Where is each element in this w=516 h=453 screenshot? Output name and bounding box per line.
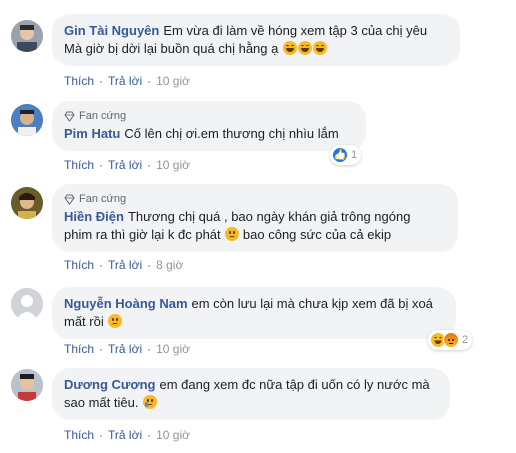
comment-bubble: Nguyễn Hoàng Nam em còn lưu lại mà chưa k… <box>52 287 456 339</box>
comment-bubble: Dương Cương em đang xem đc nữa tập đi uốn… <box>52 368 450 420</box>
diamond-icon <box>64 194 75 205</box>
reaction-count: 2 <box>462 334 469 346</box>
separator: · <box>99 258 104 272</box>
disappointed-emoji-icon <box>225 227 240 241</box>
separator: · <box>99 342 104 356</box>
avatar[interactable] <box>11 369 43 401</box>
badge-label: Fan cứng <box>79 193 127 205</box>
laughing-emoji-icon <box>297 41 312 55</box>
comment-actions: Thích · Trả lời · 10 giờ <box>64 341 190 357</box>
crying-emoji-icon <box>143 395 158 409</box>
reply-link[interactable]: Trả lời <box>108 257 142 273</box>
fan-badge: Fan cứng <box>64 109 354 123</box>
like-link[interactable]: Thích <box>64 427 94 443</box>
comment-author[interactable]: Gin Tài Nguyên <box>64 23 159 38</box>
comment-text: sao mất tiêu. <box>64 395 139 410</box>
comment-author[interactable]: Pim Hatu <box>64 126 120 141</box>
like-link[interactable]: Thích <box>64 341 94 357</box>
comment-author[interactable]: Nguyễn Hoàng Nam <box>64 296 188 311</box>
like-link[interactable]: Thích <box>64 73 94 89</box>
comment-bubble: Fan cứng Hiền Điện Thương chị quá , bao n… <box>52 184 458 252</box>
avatar[interactable] <box>11 104 43 136</box>
comment-author[interactable]: Hiền Điện <box>64 209 124 224</box>
comment-actions: Thích · Trả lời · 10 giờ <box>64 73 190 89</box>
separator: · <box>99 158 104 172</box>
timestamp[interactable]: 10 giờ <box>156 73 190 89</box>
avatar[interactable] <box>11 20 43 52</box>
diamond-icon <box>64 111 75 122</box>
reply-link[interactable]: Trả lời <box>108 341 142 357</box>
separator: · <box>147 428 152 442</box>
separator: · <box>147 258 152 272</box>
badge-label: Fan cứng <box>79 110 127 122</box>
disappointed-emoji-icon <box>108 314 123 328</box>
like-link[interactable]: Thích <box>64 257 94 273</box>
timestamp[interactable]: 8 giờ <box>156 257 183 273</box>
avatar[interactable] <box>11 288 43 320</box>
laughing-emoji-icon <box>282 41 297 55</box>
comment-text: Thương chị quá , bao ngày khán giả trông… <box>127 209 411 224</box>
like-link[interactable]: Thích <box>64 157 94 173</box>
separator: · <box>147 342 152 356</box>
comment-text: Cố lên chị ơi.em thương chị nhìu lắm <box>124 126 339 141</box>
comment-text: phim ra thì giờ lại k đc phát <box>64 227 221 242</box>
comment-text: bao công sức của cả ekip <box>242 227 392 242</box>
comment-actions: Thích · Trả lời · 10 giờ <box>64 427 190 443</box>
comment-text: Mà giờ bị dời lại buồn quá chị hằng ạ <box>64 41 279 56</box>
timestamp[interactable]: 10 giờ <box>156 157 190 173</box>
laughing-emoji-icon <box>312 41 327 55</box>
reaction-summary[interactable]: 1 <box>330 145 362 165</box>
separator: · <box>147 74 152 88</box>
comment-text: em đang xem đc nữa tập đi uốn có ly nước… <box>159 377 430 392</box>
like-reaction-icon <box>332 147 348 163</box>
comment-bubble: Fan cứng Pim Hatu Cố lên chị ơi.em thương… <box>52 101 366 151</box>
reaction-count: 1 <box>351 149 358 161</box>
reaction-summary[interactable]: 2 <box>428 330 473 350</box>
comment-actions: Thích · Trả lời · 8 giờ <box>64 257 183 273</box>
reply-link[interactable]: Trả lời <box>108 73 142 89</box>
comment-bubble: Gin Tài Nguyên Em vừa đi làm về hóng xem … <box>52 14 460 66</box>
avatar[interactable] <box>11 187 43 219</box>
timestamp[interactable]: 10 giờ <box>156 341 190 357</box>
reply-link[interactable]: Trả lời <box>108 157 142 173</box>
comment-author[interactable]: Dương Cương <box>64 377 155 392</box>
comment-text: mất rồi <box>64 314 104 329</box>
reply-link[interactable]: Trả lời <box>108 427 142 443</box>
separator: · <box>99 74 104 88</box>
separator: · <box>99 428 104 442</box>
comment-actions: Thích · Trả lời · 10 giờ <box>64 157 190 173</box>
comment-text: em còn lưu lại mà chưa kịp xem đã bị xoá <box>191 296 433 311</box>
comment-text: Em vừa đi làm về hóng xem tập 3 của chị … <box>163 23 428 38</box>
fan-badge: Fan cứng <box>64 192 446 206</box>
separator: · <box>147 158 152 172</box>
timestamp[interactable]: 10 giờ <box>156 427 190 443</box>
angry-reaction-icon <box>443 332 459 348</box>
